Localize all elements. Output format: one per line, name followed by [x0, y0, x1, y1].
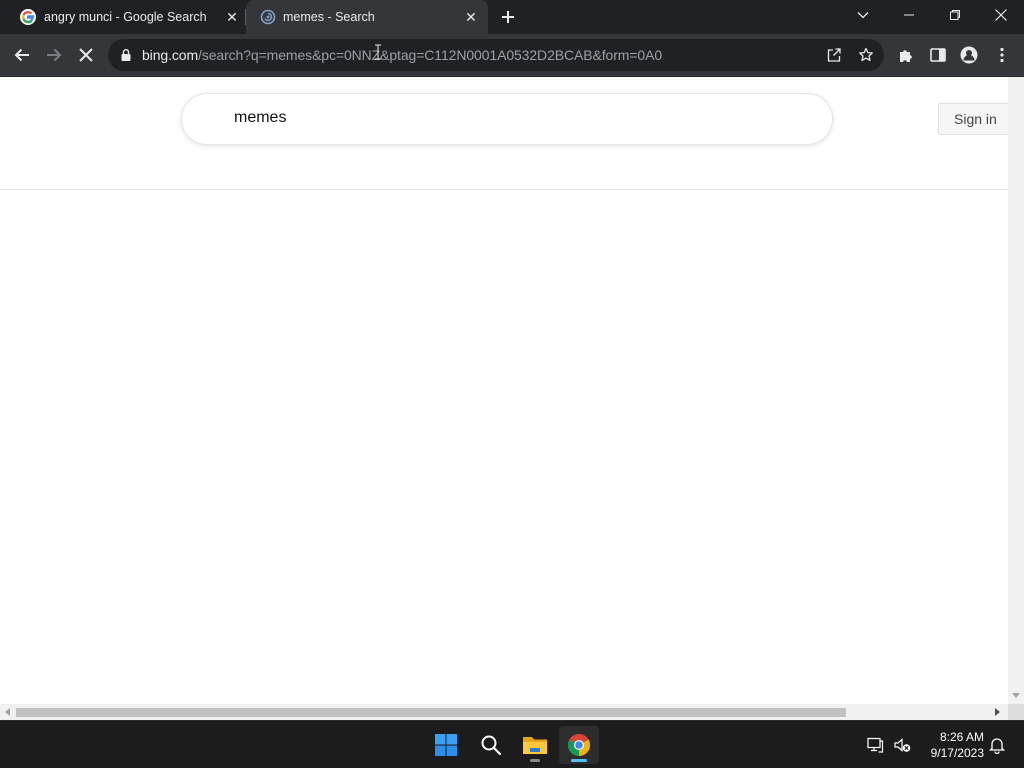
scroll-down-arrow-icon[interactable]: [1012, 693, 1020, 698]
text-cursor-icon: [375, 44, 381, 60]
scrollbar-corner: [1008, 704, 1024, 720]
running-indicator: [530, 759, 540, 762]
header-divider: [0, 189, 1008, 190]
sign-in-button[interactable]: Sign in: [938, 103, 1010, 135]
share-icon[interactable]: [826, 47, 842, 63]
close-tab-icon[interactable]: ✕: [463, 9, 479, 25]
horizontal-scroll-thumb[interactable]: [16, 708, 846, 717]
restore-button[interactable]: [932, 0, 978, 30]
search-query-text[interactable]: memes: [234, 109, 286, 127]
tab-strip: angry munci - Google Search ✕ memes - Se…: [0, 0, 1024, 34]
active-indicator: [571, 759, 587, 762]
tab-title: angry munci - Google Search: [44, 10, 207, 24]
volume-muted-icon[interactable]: [893, 736, 911, 754]
system-clock[interactable]: 8:26 AM 9/17/2023: [918, 729, 984, 761]
taskbar-search-button[interactable]: [471, 726, 511, 764]
taskbar-file-explorer[interactable]: [515, 726, 555, 764]
notifications-bell-icon[interactable]: [988, 736, 1006, 754]
search-icon: [481, 735, 502, 756]
stop-loading-button[interactable]: [74, 43, 98, 67]
more-menu-icon[interactable]: [993, 46, 1011, 64]
new-tab-button[interactable]: [498, 7, 518, 27]
stop-icon: [79, 48, 93, 62]
browser-toolbar: bing.com/search?q=memes&pc=0NNZ&ptag=C11…: [0, 34, 1024, 76]
file-explorer-icon: [523, 737, 547, 754]
lock-icon[interactable]: [120, 48, 132, 62]
start-button[interactable]: [426, 726, 466, 764]
clock-time: 8:26 AM: [939, 730, 984, 744]
scroll-left-arrow-icon[interactable]: [5, 708, 10, 716]
close-icon: [995, 9, 1007, 21]
tab-search-button[interactable]: [840, 0, 886, 30]
search-input[interactable]: memes: [182, 94, 832, 144]
url-text[interactable]: bing.com/search?q=memes&pc=0NNZ&ptag=C11…: [142, 47, 662, 63]
minimize-button[interactable]: [886, 0, 932, 30]
tab-bing-search[interactable]: memes - Search ✕: [246, 0, 488, 34]
taskbar-chrome[interactable]: [559, 726, 599, 764]
extensions-icon[interactable]: [897, 46, 915, 64]
tab-google-search[interactable]: angry munci - Google Search ✕: [0, 0, 246, 34]
chevron-down-icon: [857, 12, 869, 19]
side-panel-icon[interactable]: [929, 46, 947, 64]
vertical-scrollbar[interactable]: [1008, 77, 1024, 704]
tab-title: memes - Search: [283, 10, 375, 24]
minimize-icon: [904, 14, 914, 16]
close-window-button[interactable]: [978, 0, 1024, 30]
windows-start-icon: [435, 734, 457, 756]
profile-avatar-icon[interactable]: [960, 46, 978, 64]
restore-icon: [950, 10, 960, 20]
plus-icon: [502, 11, 514, 23]
network-icon[interactable]: [866, 736, 884, 754]
bookmark-star-icon[interactable]: [858, 47, 874, 63]
google-icon: [20, 9, 36, 25]
arrow-right-icon: [47, 48, 62, 62]
close-tab-icon[interactable]: ✕: [224, 9, 240, 25]
bing-icon: [260, 9, 276, 25]
address-bar[interactable]: bing.com/search?q=memes&pc=0NNZ&ptag=C11…: [108, 39, 884, 71]
windows-taskbar: 8:26 AM 9/17/2023: [0, 720, 1024, 768]
arrow-left-icon: [14, 48, 29, 62]
url-host: bing.com: [142, 47, 199, 63]
back-button[interactable]: [10, 43, 34, 67]
scroll-right-arrow-icon[interactable]: [995, 708, 1000, 716]
url-path: /search?q=memes&pc=0NNZ&ptag=C112N0001A0…: [198, 47, 663, 63]
chrome-icon: [568, 734, 590, 756]
horizontal-scrollbar[interactable]: [0, 704, 1008, 720]
forward-button[interactable]: [42, 43, 66, 67]
clock-date: 9/17/2023: [930, 746, 984, 760]
web-page: memes Sign in: [0, 77, 1010, 704]
